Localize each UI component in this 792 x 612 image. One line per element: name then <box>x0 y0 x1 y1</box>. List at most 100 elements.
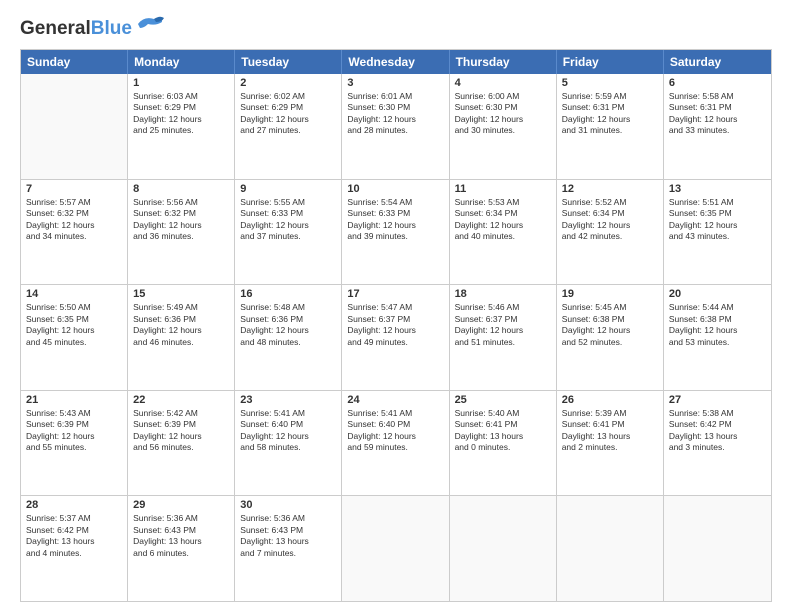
page: GeneralBlue SundayMondayTuesdayWednesday… <box>0 0 792 612</box>
day-info: Sunrise: 5:52 AM Sunset: 6:34 PM Dayligh… <box>562 197 658 243</box>
calendar-cell: 19Sunrise: 5:45 AM Sunset: 6:38 PM Dayli… <box>557 285 664 390</box>
calendar-cell: 7 Sunrise: 5:57 AM Sunset: 6:32 PM Daylig… <box>21 180 128 285</box>
day-number: 26 <box>562 394 658 406</box>
calendar-cell: 29 Sunrise: 5:36 AM Sunset: 6:43 PM Dayli… <box>128 496 235 601</box>
calendar-cell: 1Sunrise: 6:03 AM Sunset: 6:29 PM Daylig… <box>128 74 235 179</box>
day-info: Sunrise: 5:58 AM Sunset: 6:31 PM Dayligh… <box>669 91 766 137</box>
calendar-cell: 6 Sunrise: 5:58 AM Sunset: 6:31 PM Daylig… <box>664 74 771 179</box>
day-number: 21 <box>26 394 122 406</box>
calendar-week-5: 28Sunrise: 5:37 AM Sunset: 6:42 PM Dayli… <box>21 496 771 601</box>
calendar-cell: 4 Sunrise: 6:00 AM Sunset: 6:30 PM Daylig… <box>450 74 557 179</box>
calendar-cell: 11Sunrise: 5:53 AM Sunset: 6:34 PM Dayli… <box>450 180 557 285</box>
day-number: 27 <box>669 394 766 406</box>
calendar-cell: 15 Sunrise: 5:49 AM Sunset: 6:36 PM Dayli… <box>128 285 235 390</box>
logo-bird-icon <box>134 14 164 34</box>
day-number: 12 <box>562 183 658 195</box>
calendar-cell: 9Sunrise: 5:55 AM Sunset: 6:33 PM Daylig… <box>235 180 342 285</box>
day-number: 13 <box>669 183 766 195</box>
calendar-cell: 18Sunrise: 5:46 AM Sunset: 6:37 PM Dayli… <box>450 285 557 390</box>
day-number: 3 <box>347 77 443 89</box>
day-number: 24 <box>347 394 443 406</box>
calendar-cell: 12 Sunrise: 5:52 AM Sunset: 6:34 PM Dayli… <box>557 180 664 285</box>
calendar-cell <box>450 496 557 601</box>
day-info: Sunrise: 5:49 AM Sunset: 6:36 PM Dayligh… <box>133 302 229 348</box>
day-info: Sunrise: 5:40 AM Sunset: 6:41 PM Dayligh… <box>455 408 551 454</box>
day-info: Sunrise: 5:45 AM Sunset: 6:38 PM Dayligh… <box>562 302 658 348</box>
day-info: Sunrise: 5:50 AM Sunset: 6:35 PM Dayligh… <box>26 302 122 348</box>
calendar-cell: 20 Sunrise: 5:44 AM Sunset: 6:38 PM Dayli… <box>664 285 771 390</box>
day-info: Sunrise: 5:36 AM Sunset: 6:43 PM Dayligh… <box>240 513 336 559</box>
day-number: 7 <box>26 183 122 195</box>
day-info: Sunrise: 5:41 AM Sunset: 6:40 PM Dayligh… <box>240 408 336 454</box>
calendar-cell: 24 Sunrise: 5:41 AM Sunset: 6:40 PM Dayli… <box>342 391 449 496</box>
logo-general: General <box>20 18 91 39</box>
day-number: 25 <box>455 394 551 406</box>
calendar-week-3: 14Sunrise: 5:50 AM Sunset: 6:35 PM Dayli… <box>21 285 771 391</box>
header-day-friday: Friday <box>557 50 664 74</box>
day-number: 16 <box>240 288 336 300</box>
calendar-cell: 22 Sunrise: 5:42 AM Sunset: 6:39 PM Dayli… <box>128 391 235 496</box>
day-info: Sunrise: 5:42 AM Sunset: 6:39 PM Dayligh… <box>133 408 229 454</box>
day-info: Sunrise: 5:39 AM Sunset: 6:41 PM Dayligh… <box>562 408 658 454</box>
calendar-cell: 27Sunrise: 5:38 AM Sunset: 6:42 PM Dayli… <box>664 391 771 496</box>
day-info: Sunrise: 5:47 AM Sunset: 6:37 PM Dayligh… <box>347 302 443 348</box>
day-number: 10 <box>347 183 443 195</box>
day-number: 8 <box>133 183 229 195</box>
header: GeneralBlue <box>20 18 772 39</box>
day-info: Sunrise: 5:57 AM Sunset: 6:32 PM Dayligh… <box>26 197 122 243</box>
day-info: Sunrise: 5:55 AM Sunset: 6:33 PM Dayligh… <box>240 197 336 243</box>
day-number: 29 <box>133 499 229 511</box>
day-info: Sunrise: 5:36 AM Sunset: 6:43 PM Dayligh… <box>133 513 229 559</box>
calendar-week-4: 21 Sunrise: 5:43 AM Sunset: 6:39 PM Dayli… <box>21 391 771 497</box>
calendar-cell: 28Sunrise: 5:37 AM Sunset: 6:42 PM Dayli… <box>21 496 128 601</box>
calendar-week-2: 7 Sunrise: 5:57 AM Sunset: 6:32 PM Daylig… <box>21 180 771 286</box>
day-info: Sunrise: 5:43 AM Sunset: 6:39 PM Dayligh… <box>26 408 122 454</box>
calendar-cell: 8Sunrise: 5:56 AM Sunset: 6:32 PM Daylig… <box>128 180 235 285</box>
calendar-cell: 5Sunrise: 5:59 AM Sunset: 6:31 PM Daylig… <box>557 74 664 179</box>
day-number: 30 <box>240 499 336 511</box>
day-number: 6 <box>669 77 766 89</box>
day-number: 23 <box>240 394 336 406</box>
day-info: Sunrise: 5:46 AM Sunset: 6:37 PM Dayligh… <box>455 302 551 348</box>
header-day-saturday: Saturday <box>664 50 771 74</box>
calendar-header: SundayMondayTuesdayWednesdayThursdayFrid… <box>21 50 771 74</box>
calendar-cell: 17Sunrise: 5:47 AM Sunset: 6:37 PM Dayli… <box>342 285 449 390</box>
calendar-cell <box>342 496 449 601</box>
calendar-cell: 23 Sunrise: 5:41 AM Sunset: 6:40 PM Dayli… <box>235 391 342 496</box>
header-day-monday: Monday <box>128 50 235 74</box>
calendar-week-1: 1Sunrise: 6:03 AM Sunset: 6:29 PM Daylig… <box>21 74 771 180</box>
day-info: Sunrise: 6:00 AM Sunset: 6:30 PM Dayligh… <box>455 91 551 137</box>
day-info: Sunrise: 5:48 AM Sunset: 6:36 PM Dayligh… <box>240 302 336 348</box>
day-number: 15 <box>133 288 229 300</box>
day-number: 28 <box>26 499 122 511</box>
header-day-wednesday: Wednesday <box>342 50 449 74</box>
calendar-body: 1Sunrise: 6:03 AM Sunset: 6:29 PM Daylig… <box>21 74 771 601</box>
day-number: 4 <box>455 77 551 89</box>
calendar-cell: 26 Sunrise: 5:39 AM Sunset: 6:41 PM Dayli… <box>557 391 664 496</box>
day-number: 11 <box>455 183 551 195</box>
calendar-cell: 25 Sunrise: 5:40 AM Sunset: 6:41 PM Dayli… <box>450 391 557 496</box>
day-number: 20 <box>669 288 766 300</box>
day-number: 22 <box>133 394 229 406</box>
calendar-cell: 30 Sunrise: 5:36 AM Sunset: 6:43 PM Dayli… <box>235 496 342 601</box>
calendar-cell: 10 Sunrise: 5:54 AM Sunset: 6:33 PM Dayli… <box>342 180 449 285</box>
calendar-cell: 16 Sunrise: 5:48 AM Sunset: 6:36 PM Dayli… <box>235 285 342 390</box>
logo-blue: Blue <box>91 18 132 39</box>
calendar-cell <box>664 496 771 601</box>
day-info: Sunrise: 6:02 AM Sunset: 6:29 PM Dayligh… <box>240 91 336 137</box>
calendar-cell: 2 Sunrise: 6:02 AM Sunset: 6:29 PM Daylig… <box>235 74 342 179</box>
day-info: Sunrise: 5:59 AM Sunset: 6:31 PM Dayligh… <box>562 91 658 137</box>
day-info: Sunrise: 6:01 AM Sunset: 6:30 PM Dayligh… <box>347 91 443 137</box>
calendar-cell: 13 Sunrise: 5:51 AM Sunset: 6:35 PM Dayli… <box>664 180 771 285</box>
calendar-cell: 3 Sunrise: 6:01 AM Sunset: 6:30 PM Daylig… <box>342 74 449 179</box>
day-info: Sunrise: 5:41 AM Sunset: 6:40 PM Dayligh… <box>347 408 443 454</box>
calendar-cell: 14Sunrise: 5:50 AM Sunset: 6:35 PM Dayli… <box>21 285 128 390</box>
logo: GeneralBlue <box>20 18 164 39</box>
calendar-cell: 21 Sunrise: 5:43 AM Sunset: 6:39 PM Dayli… <box>21 391 128 496</box>
day-number: 1 <box>133 77 229 89</box>
day-info: Sunrise: 5:51 AM Sunset: 6:35 PM Dayligh… <box>669 197 766 243</box>
day-info: Sunrise: 5:44 AM Sunset: 6:38 PM Dayligh… <box>669 302 766 348</box>
header-day-sunday: Sunday <box>21 50 128 74</box>
day-number: 2 <box>240 77 336 89</box>
day-info: Sunrise: 5:54 AM Sunset: 6:33 PM Dayligh… <box>347 197 443 243</box>
